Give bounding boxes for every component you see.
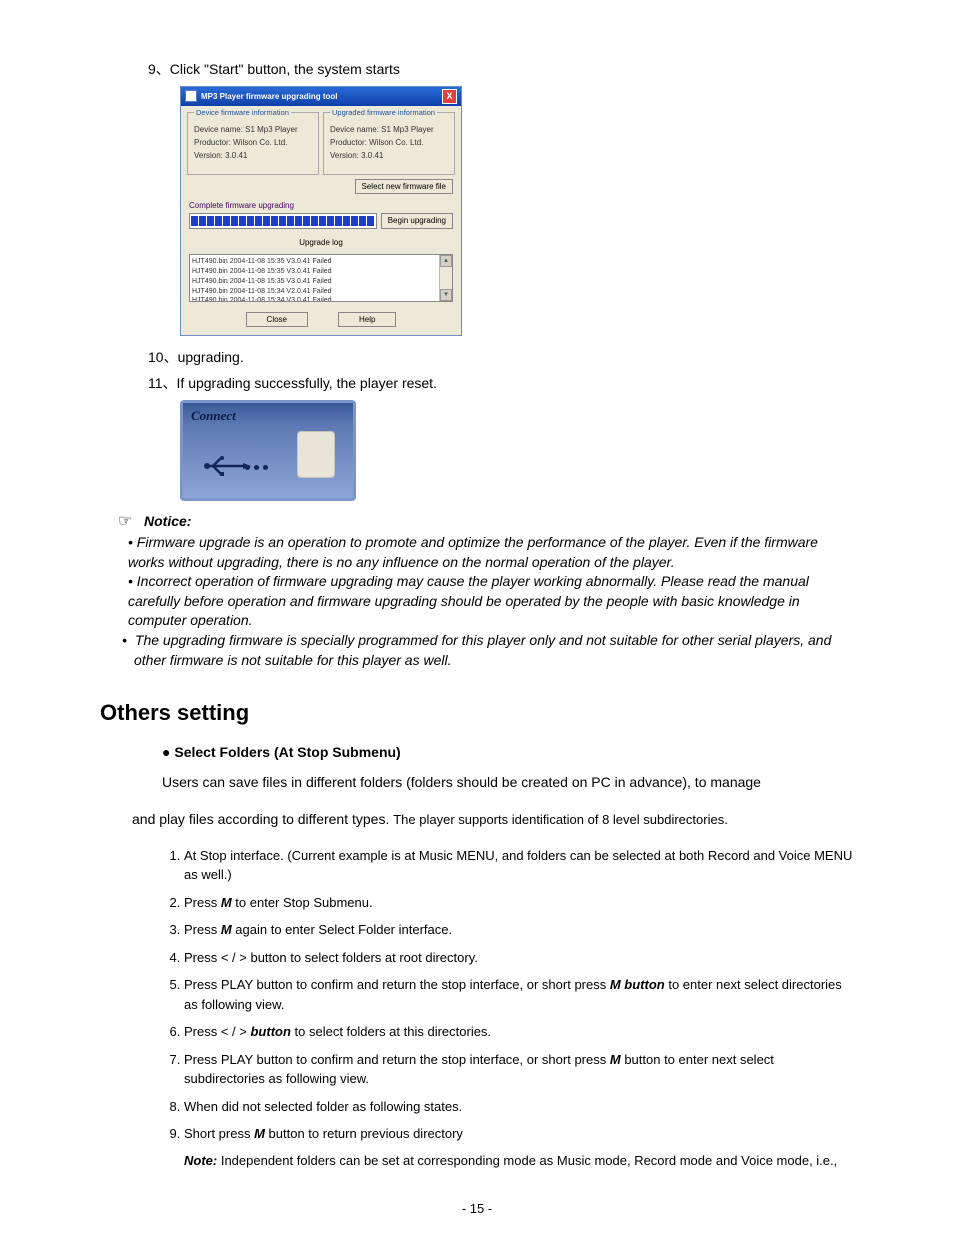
log-line: HJT490.bin 2004-11-08 15:35 V3.0.41 Fail… — [192, 267, 450, 277]
step-11: 11、If upgrading successfully, the player… — [148, 374, 854, 394]
log-scrollbar[interactable]: ▴ ▾ — [439, 255, 452, 301]
step-9: 9、Click "Start" button, the system start… — [148, 60, 854, 80]
device-info-group: Device firmware information Device name:… — [187, 112, 319, 175]
close-icon[interactable]: X — [442, 89, 457, 104]
step-10: 10、upgrading. — [148, 348, 854, 368]
others-setting-heading: Others setting — [100, 698, 854, 729]
log-line: HJT490.bin 2004-11-08 15:35 V3.0.41 Fail… — [192, 257, 450, 267]
upgraded-info-title: Upgraded firmware information — [330, 108, 437, 119]
dialog-title: MP3 Player firmware upgrading tool — [185, 90, 337, 102]
step-item-1: At Stop interface. (Current example is a… — [184, 846, 854, 885]
select-firmware-button[interactable]: Select new firmware file — [355, 179, 453, 194]
device-name-row: Device name: S1 Mp3 Player — [194, 124, 312, 135]
dialog-title-text: MP3 Player firmware upgrading tool — [201, 91, 337, 102]
step-item-3: Press M again to enter Select Folder int… — [184, 920, 854, 940]
upg-prod-row: Productor: Wilson Co. Ltd. — [330, 137, 448, 148]
progress-label: Complete firmware upgrading — [189, 200, 453, 211]
device-info-title: Device firmware information — [194, 108, 291, 119]
connect-label: Connect — [191, 407, 236, 425]
step-item-7: Press PLAY button to confirm and return … — [184, 1050, 854, 1089]
select-folders-steps: At Stop interface. (Current example is a… — [162, 846, 854, 1144]
select-folders-title: Select Folders (At Stop Submenu) — [162, 743, 854, 763]
notice-bullet-3: •The upgrading firmware is specially pro… — [122, 631, 854, 670]
connect-dots-icon — [245, 465, 268, 470]
upgrade-log-label: Upgrade log — [299, 238, 343, 247]
pointing-hand-icon: ☞ — [118, 513, 132, 530]
upg-ver-row: Version: 3.0.41 — [330, 150, 448, 161]
notice-title: Notice: — [144, 513, 191, 529]
upgraded-info-group: Upgraded firmware information Device nam… — [323, 112, 455, 175]
firmware-dialog: MP3 Player firmware upgrading tool X Dev… — [180, 86, 462, 337]
step-item-2: Press M to enter Stop Submenu. — [184, 893, 854, 913]
upgrade-log-box: HJT490.bin 2004-11-08 15:35 V3.0.41 Fail… — [189, 254, 453, 302]
note-line: Note: Independent folders can be set at … — [184, 1152, 854, 1170]
upg-name-row: Device name: S1 Mp3 Player — [330, 124, 448, 135]
document-icon — [297, 431, 335, 478]
close-button[interactable]: Close — [246, 312, 308, 327]
device-prod-row: Productor: Wilson Co. Ltd. — [194, 137, 312, 148]
scroll-down-icon[interactable]: ▾ — [440, 289, 452, 301]
device-ver-row: Version: 3.0.41 — [194, 150, 312, 161]
help-button[interactable]: Help — [338, 312, 396, 327]
log-line: HJT490.bin 2004-11-08 15:35 V3.0.41 Fail… — [192, 277, 450, 287]
notice-bullet-1: • Firmware upgrade is an operation to pr… — [128, 533, 854, 572]
page-number: - 15 - — [100, 1200, 854, 1218]
step-item-9: Short press M button to return previous … — [184, 1124, 854, 1144]
log-line: HJT490.bin 2004-11-08 15:34 V2.0.41 Fail… — [192, 287, 450, 297]
progress-bar — [189, 213, 377, 229]
notice-bullet-2: • Incorrect operation of firmware upgrad… — [128, 572, 854, 631]
connect-screenshot: Connect — [180, 400, 356, 501]
dialog-titlebar: MP3 Player firmware upgrading tool X — [181, 87, 461, 106]
step-item-8: When did not selected folder as followin… — [184, 1097, 854, 1117]
step-item-5: Press PLAY button to confirm and return … — [184, 975, 854, 1014]
app-icon — [185, 90, 197, 102]
notice-block: ☞ Notice: • Firmware upgrade is an opera… — [100, 511, 854, 671]
step-item-4: Press < / > button to select folders at … — [184, 948, 854, 968]
begin-upgrading-button[interactable]: Begin upgrading — [381, 213, 453, 228]
select-folders-para-2: and play files according to different ty… — [132, 810, 854, 830]
step-item-6: Press < / > button to select folders at … — [184, 1022, 854, 1042]
log-line: HJT490.bin 2004-11-08 15:34 V3.0.41 Fail… — [192, 296, 450, 302]
scroll-up-icon[interactable]: ▴ — [440, 255, 452, 267]
select-folders-para-1: Users can save files in different folder… — [162, 773, 854, 793]
